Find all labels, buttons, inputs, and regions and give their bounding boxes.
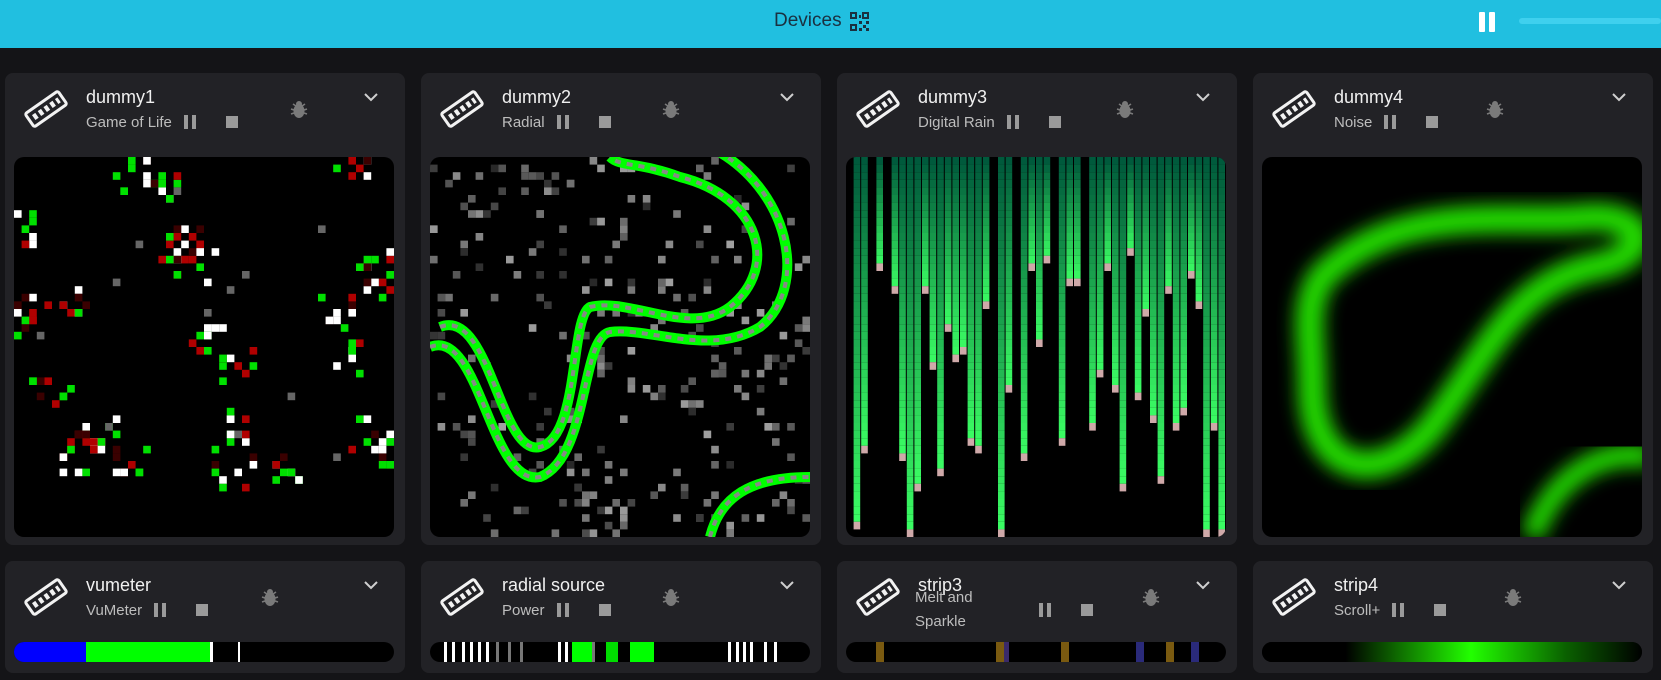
top-bar: Devices [0, 0, 1661, 48]
device-name[interactable]: strip4 [1334, 575, 1378, 596]
pause-icon[interactable] [1039, 603, 1053, 617]
device-icon [24, 90, 68, 128]
led-strip-preview [846, 642, 1226, 662]
device-icon [440, 578, 484, 616]
chevron-down-icon[interactable] [363, 579, 379, 591]
chevron-down-icon[interactable] [779, 91, 795, 103]
device-name[interactable]: vumeter [86, 575, 151, 596]
pause-icon-bar [1489, 12, 1495, 32]
device-card-dummy4[interactable]: dummy4 Noise [1253, 73, 1653, 545]
bug-icon[interactable] [661, 588, 681, 608]
device-icon [24, 578, 68, 616]
chevron-down-icon[interactable] [779, 579, 795, 591]
effect-row: Power [502, 599, 611, 621]
bug-icon[interactable] [260, 588, 280, 608]
pause-icon[interactable] [1392, 603, 1406, 617]
device-name[interactable]: dummy3 [918, 87, 987, 108]
stop-icon[interactable] [225, 116, 238, 128]
stop-icon[interactable] [1426, 116, 1439, 128]
chevron-down-icon[interactable] [363, 91, 379, 103]
device-icon [440, 90, 484, 128]
global-pause-button[interactable] [1477, 12, 1497, 32]
device-card-dummy1[interactable]: dummy1 Game of Life [5, 73, 405, 545]
effect-row: Melt and Sparkle [915, 584, 1093, 636]
stop-icon[interactable] [598, 116, 611, 128]
title-group: Devices [774, 8, 869, 34]
stop-icon[interactable] [598, 604, 611, 616]
effect-row: Radial [502, 111, 611, 133]
pause-icon[interactable] [1384, 115, 1398, 129]
effect-name: VuMeter [86, 601, 143, 619]
effect-row: Game of Life [86, 111, 238, 133]
led-matrix-preview [1262, 157, 1642, 537]
led-matrix-preview [14, 157, 394, 537]
effect-name: Melt and Sparkle [915, 589, 973, 630]
chevron-down-icon[interactable] [1611, 579, 1627, 591]
device-card-strip4[interactable]: strip4 Scroll+ [1253, 561, 1653, 673]
effect-row: Digital Rain [918, 111, 1061, 133]
effect-row: Scroll+ [1334, 599, 1447, 621]
brightness-slider[interactable] [1519, 18, 1661, 24]
stop-icon[interactable] [1048, 116, 1061, 128]
bug-icon[interactable] [1485, 100, 1505, 120]
effect-name: Game of Life [86, 113, 172, 131]
page-title: Devices [774, 10, 842, 31]
device-card-dummy2[interactable]: dummy2 Radial [421, 73, 821, 545]
led-strip-preview [1262, 642, 1642, 662]
device-name[interactable]: dummy1 [86, 87, 155, 108]
bug-icon[interactable] [1503, 588, 1523, 608]
effect-name: Scroll+ [1334, 601, 1381, 619]
effect-name: Power [502, 601, 545, 619]
device-name[interactable]: dummy2 [502, 87, 571, 108]
device-icon [1272, 578, 1316, 616]
effect-name: Noise [1334, 113, 1373, 131]
pause-icon[interactable] [183, 115, 198, 129]
pause-icon[interactable] [556, 115, 571, 129]
device-card-dummy3[interactable]: dummy3 Digital Rain [837, 73, 1237, 545]
led-matrix-preview [430, 157, 810, 537]
device-icon [856, 578, 900, 616]
device-card-vumeter[interactable]: vumeter VuMeter [5, 561, 405, 673]
bug-icon[interactable] [289, 100, 309, 120]
effect-name: Digital Rain [918, 113, 995, 131]
led-matrix-preview [846, 157, 1226, 537]
device-card-strip3[interactable]: strip3 Melt and Sparkle [837, 561, 1237, 673]
device-icon [856, 90, 900, 128]
device-name[interactable]: dummy4 [1334, 87, 1403, 108]
effect-row: Noise [1334, 111, 1439, 133]
stop-icon[interactable] [1434, 604, 1447, 616]
pause-icon[interactable] [556, 603, 571, 617]
effect-name: Radial [502, 113, 545, 131]
pause-icon[interactable] [154, 603, 168, 617]
bug-icon[interactable] [1115, 100, 1135, 120]
pause-icon-bar [1479, 12, 1485, 32]
effect-row: VuMeter [86, 599, 209, 621]
device-icon [1272, 90, 1316, 128]
stop-icon[interactable] [196, 604, 209, 616]
qr-code-icon[interactable] [849, 11, 869, 31]
chevron-down-icon[interactable] [1611, 91, 1627, 103]
device-name[interactable]: radial source [502, 575, 605, 596]
pause-icon[interactable] [1006, 115, 1021, 129]
led-strip-preview [14, 642, 394, 662]
stop-icon[interactable] [1081, 604, 1093, 616]
bug-icon[interactable] [661, 100, 681, 120]
led-strip-preview [430, 642, 810, 662]
bug-icon[interactable] [1141, 588, 1161, 608]
chevron-down-icon[interactable] [1195, 91, 1211, 103]
chevron-down-icon[interactable] [1195, 579, 1211, 591]
device-card-radial-source[interactable]: radial source Power [421, 561, 821, 673]
